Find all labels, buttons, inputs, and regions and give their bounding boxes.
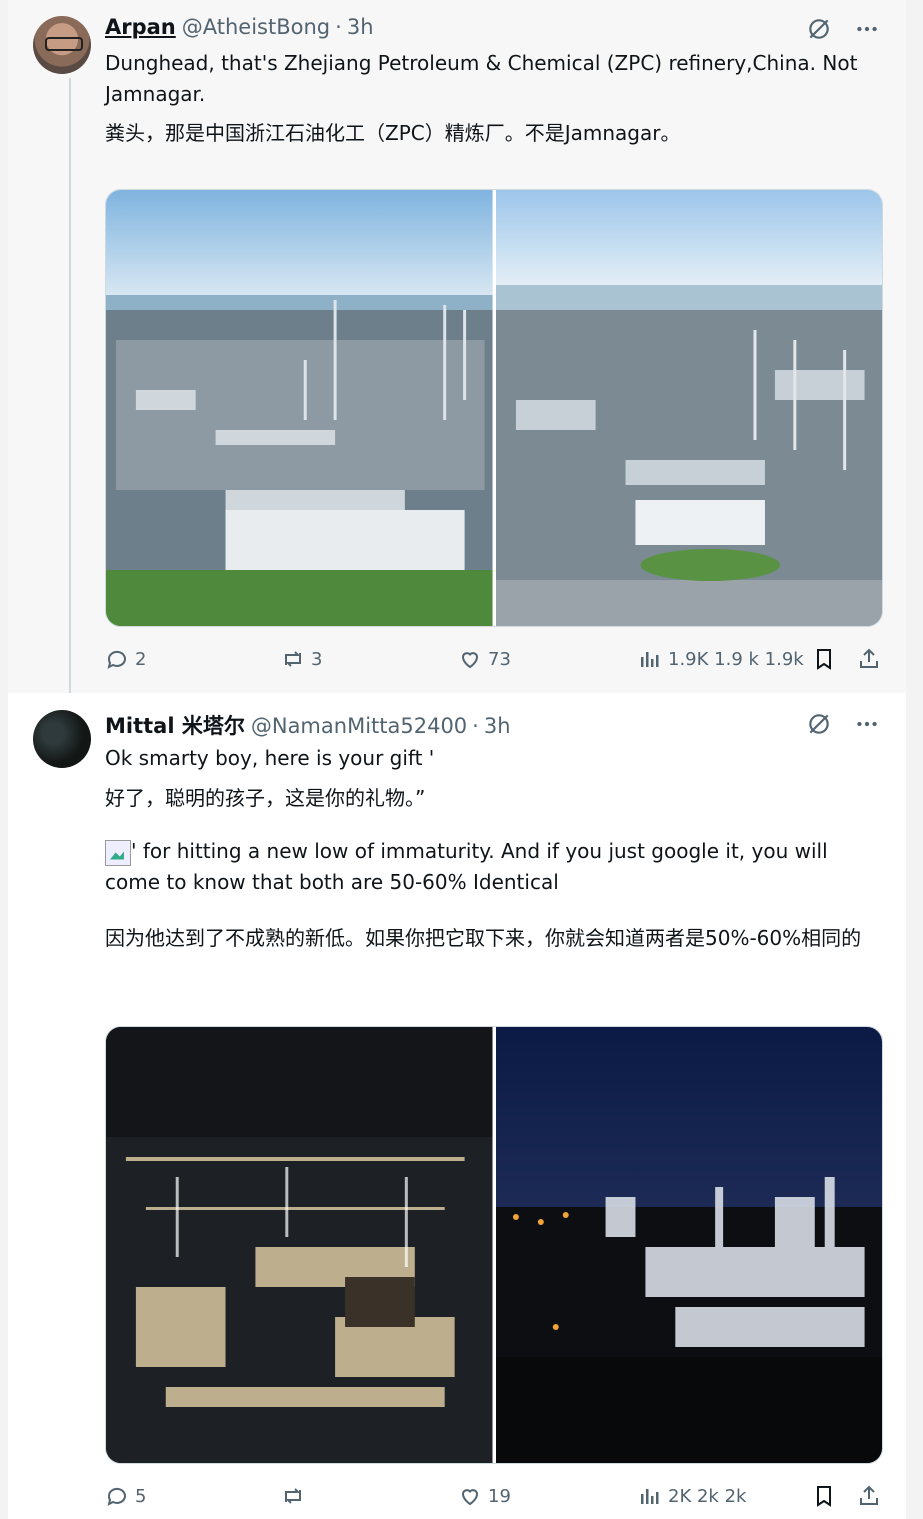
- tweet-text-zh-continued: 因为他达到了不成熟的新低。如果你把它取下来，你就会知道两者是50%-60%相同的: [105, 926, 862, 950]
- bookmark-button[interactable]: [812, 1484, 836, 1508]
- repost-icon: [285, 1488, 301, 1504]
- tweet-actions: 5 19 2K 2k 2k: [105, 1484, 885, 1514]
- separator-dot: ·: [472, 714, 479, 738]
- tweet-actions: 2 3 73 1.9K 1.9 k 1.9k: [105, 647, 885, 677]
- timestamp[interactable]: 3h: [347, 15, 374, 39]
- tweet-arpan[interactable]: Arpan @AtheistBong · 3h Dunghead, that's…: [8, 0, 906, 704]
- more-icon[interactable]: [854, 711, 880, 737]
- share-icon: [860, 1485, 878, 1505]
- repost-count: 3: [311, 648, 323, 670]
- tweet-text-en-continued: ' for hitting a new low of immaturity. A…: [105, 836, 865, 898]
- tweet-media[interactable]: [105, 189, 883, 627]
- refinery-day-right-image[interactable]: [495, 190, 882, 626]
- tweet-header: Arpan @AtheistBong · 3h: [105, 15, 374, 45]
- tweet-text-zh: 粪头，那是中国浙江石油化工（ZPC）精炼厂。不是Jamnagar。: [105, 121, 681, 145]
- author-name[interactable]: Arpan: [105, 15, 176, 39]
- author-handle[interactable]: @AtheistBong: [182, 15, 330, 39]
- grok-icon[interactable]: [806, 711, 832, 737]
- refinery-night-right-image[interactable]: [495, 1027, 882, 1463]
- share-button[interactable]: [857, 1484, 881, 1508]
- like-button[interactable]: 73: [458, 647, 511, 671]
- share-button[interactable]: [857, 647, 881, 671]
- timestamp[interactable]: 3h: [484, 714, 511, 738]
- repost-icon: [285, 651, 301, 667]
- refinery-night-left-image[interactable]: [106, 1027, 493, 1463]
- avatar[interactable]: [33, 16, 91, 74]
- tweet-media[interactable]: [105, 1026, 883, 1464]
- views-icon: [641, 652, 659, 667]
- tweet-mittal[interactable]: Mittal 米塔尔 @NamanMitta52400 · 3h Ok smar…: [8, 693, 906, 1519]
- repost-button[interactable]: 3: [281, 647, 322, 671]
- views-count: 1.9K 1.9 k 1.9k: [668, 648, 804, 670]
- reply-count: 5: [135, 1485, 147, 1507]
- views-button[interactable]: 1.9K 1.9 k 1.9k: [638, 647, 804, 671]
- heart-icon: [461, 652, 479, 669]
- tweet-text-zh: 好了，聪明的孩子，这是你的礼物。”: [105, 786, 426, 810]
- like-button[interactable]: 19: [458, 1484, 511, 1508]
- broken-image-icon: [105, 839, 131, 866]
- bookmark-icon: [817, 649, 831, 670]
- bookmark-icon: [817, 1486, 831, 1507]
- tweet-text-en2: ' for hitting a new low of immaturity. A…: [105, 839, 828, 894]
- author-name[interactable]: Mittal 米塔尔: [105, 710, 245, 740]
- views-count: 2K 2k 2k: [668, 1485, 747, 1507]
- more-icon[interactable]: [854, 16, 880, 42]
- views-icon: [641, 1489, 659, 1504]
- reply-icon: [107, 1487, 126, 1506]
- share-icon: [860, 648, 878, 668]
- reply-count: 2: [135, 648, 147, 670]
- refinery-day-left-image[interactable]: [106, 190, 493, 626]
- reply-icon: [107, 650, 126, 669]
- grok-icon[interactable]: [806, 16, 832, 42]
- author-handle[interactable]: @NamanMitta52400: [251, 714, 467, 738]
- separator-dot: ·: [335, 15, 342, 39]
- tweet-text-en: Dunghead, that's Zhejiang Petroleum & Ch…: [105, 51, 858, 106]
- avatar[interactable]: [33, 710, 91, 768]
- thread-line: [69, 78, 71, 704]
- tweet-text-en: Ok smarty boy, here is your gift ': [105, 746, 435, 770]
- bookmark-button[interactable]: [812, 647, 836, 671]
- views-button[interactable]: 2K 2k 2k: [638, 1484, 746, 1508]
- reply-button[interactable]: 2: [105, 647, 146, 671]
- tweet-header: Mittal 米塔尔 @NamanMitta52400 · 3h: [105, 710, 511, 740]
- repost-button[interactable]: [281, 1484, 311, 1508]
- heart-icon: [461, 1489, 479, 1506]
- reply-button[interactable]: 5: [105, 1484, 146, 1508]
- like-count: 73: [488, 648, 511, 670]
- like-count: 19: [488, 1485, 511, 1507]
